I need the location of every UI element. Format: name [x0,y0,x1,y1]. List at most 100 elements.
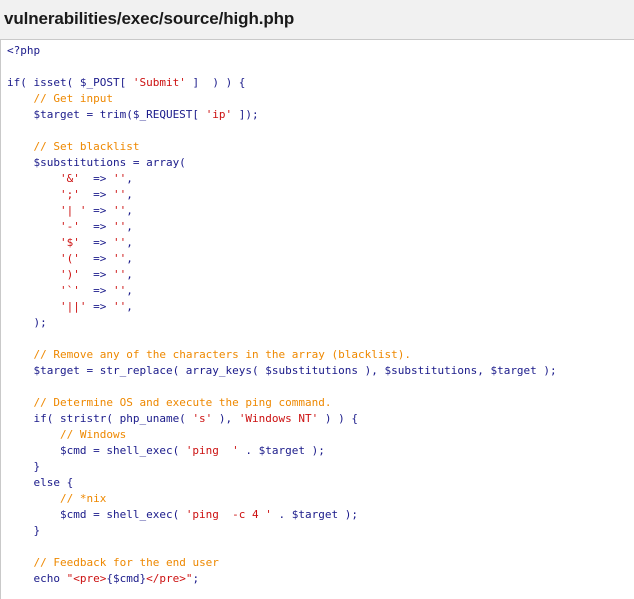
code-token: => [79,284,113,297]
code-string: '-' [59,220,80,233]
code-string: '' [112,220,127,233]
code-token: ) ) { [318,412,359,425]
code-line: '$' => '', [7,235,634,251]
code-string: </pre>" [146,572,193,585]
code-token: echo [7,572,67,585]
code-line: $cmd = shell_exec( 'ping -c 4 ' . $targe… [7,507,634,523]
code-string: '&' [59,172,80,185]
code-line: '| ' => '', [7,203,634,219]
code-token: {$cmd} [106,572,147,585]
code-comment: // Windows [59,428,127,441]
code-token: $cmd = shell_exec( [7,444,186,457]
code-line: // Remove any of the characters in the a… [7,347,634,363]
code-token: ; [192,572,200,585]
code-string: 'Submit' [132,76,186,89]
code-line: if( isset( $_POST[ 'Submit' ] ) ) { [7,75,634,91]
code-token: => [79,268,113,281]
code-string: '$' [59,236,80,249]
code-comment: // Set blacklist [33,140,140,153]
code-line: '-' => '', [7,219,634,235]
code-line: // *nix [7,491,634,507]
code-string: "<pre> [66,572,107,585]
code-token: => [86,204,113,217]
code-line: '||' => '', [7,299,634,315]
code-comment: // Determine OS and execute the ping com… [33,396,332,409]
code-token: , [126,300,133,313]
page-header: vulnerabilities/exec/source/high.php [0,0,634,38]
code-string: ')' [59,268,80,281]
code-line: } [7,459,634,475]
code-string: '' [112,268,127,281]
code-token: . $target ); [271,508,358,521]
code-token: , [126,252,133,265]
code-token: . $target ); [238,444,325,457]
code-comment: // Remove any of the characters in the a… [33,348,412,361]
code-token: , [126,188,133,201]
code-string: '' [112,300,127,313]
code-token: , [126,268,133,281]
code-line: } [7,523,634,539]
code-token: $substitutions = array( [7,156,186,169]
code-string: '' [112,172,127,185]
code-string: '' [112,204,127,217]
code-token: $target = str_replace( array_keys( $subs… [7,364,557,377]
code-line: $target = trim($_REQUEST[ 'ip' ]); [7,107,634,123]
code-line: // Get input [7,91,634,107]
code-line: '&' => '', [7,171,634,187]
code-string: ';' [59,188,80,201]
code-string: '' [112,236,127,249]
code-line: else { [7,475,634,491]
code-token: else { [7,476,74,489]
code-token: ); [7,316,47,329]
code-token: if( stristr( php_uname( [7,412,193,425]
code-string: 'ping ' [185,444,239,457]
code-line: // Set blacklist [7,139,634,155]
code-string: '' [112,188,127,201]
code-line: if( stristr( php_uname( 's' ), 'Windows … [7,411,634,427]
page-title: vulnerabilities/exec/source/high.php [4,9,295,28]
code-line: ')' => '', [7,267,634,283]
code-string: '(' [59,252,80,265]
code-token: => [79,220,113,233]
code-comment: // Get input [33,92,113,105]
code-line: // Feedback for the end user [7,555,634,571]
code-token: , [126,220,133,233]
code-token: , [126,284,133,297]
code-token: => [79,188,113,201]
code-string: '||' [59,300,87,313]
source-code: <?php if( isset( $_POST[ 'Submit' ] ) ) … [1,40,634,587]
code-token: => [79,172,113,185]
code-line: $substitutions = array( [7,155,634,171]
code-line: $target = str_replace( array_keys( $subs… [7,363,634,379]
code-string: 'Windows NT' [238,412,319,425]
code-string: 's' [192,412,213,425]
code-line: echo "<pre>{$cmd}</pre>"; [7,571,634,587]
code-token: , [126,204,133,217]
code-token: <?php [7,44,41,57]
code-token: ]); [232,108,259,121]
code-token: } [7,524,41,537]
code-line: ); [7,315,634,331]
source-code-panel[interactable]: <?php if( isset( $_POST[ 'Submit' ] ) ) … [0,39,634,599]
code-string: 'ping -c 4 ' [185,508,272,521]
code-comment: // Feedback for the end user [33,556,219,569]
code-string: '`' [59,284,80,297]
code-token: ), [212,412,239,425]
code-string: '| ' [59,204,87,217]
